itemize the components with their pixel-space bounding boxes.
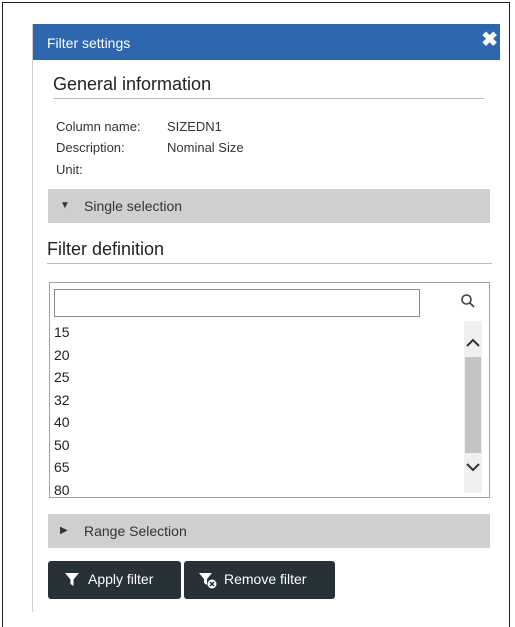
unit-label: Unit: [56,162,83,177]
range-selection-label: Range Selection [84,523,187,539]
filter-value-list: 15 20 25 32 40 50 65 80 [54,321,459,501]
description-label: Description: [56,140,125,155]
remove-filter-button[interactable]: Remove filter [184,561,335,599]
filter-definition-heading: Filter definition [47,239,492,264]
list-item[interactable]: 50 [54,434,459,457]
list-item[interactable]: 80 [54,479,459,502]
list-item[interactable]: 20 [54,344,459,367]
scrollbar-thumb[interactable] [465,357,481,453]
search-icon[interactable] [460,293,476,309]
remove-filter-icon [199,573,217,589]
filter-settings-panel: Filter settings ✖ General information Co… [32,24,500,612]
list-scrollbar[interactable] [464,321,482,493]
description-value: Nominal Size [167,140,244,155]
list-item[interactable]: 25 [54,366,459,389]
remove-filter-label: Remove filter [224,571,307,587]
description-row: Description: Nominal Size [56,140,244,155]
list-item[interactable]: 32 [54,389,459,412]
list-item[interactable]: 65 [54,456,459,479]
chevron-up-icon[interactable] [465,335,481,351]
single-selection-accordion[interactable]: ▼ Single selection [48,189,490,223]
column-name-row: Column name: SIZEDN1 [56,119,222,134]
range-selection-accordion[interactable]: ▶ Range Selection [48,514,490,548]
panel-title: Filter settings [47,35,131,51]
list-item[interactable]: 40 [54,411,459,434]
close-icon[interactable]: ✖ [481,30,498,50]
filter-search-input[interactable] [54,289,420,317]
caret-right-icon: ▶ [60,525,68,536]
apply-filter-label: Apply filter [88,571,154,587]
panel-titlebar: Filter settings ✖ [33,24,500,60]
window-frame: Filter settings ✖ General information Co… [2,2,510,627]
apply-filter-button[interactable]: Apply filter [48,561,181,599]
chevron-down-icon[interactable] [465,459,481,475]
column-name-label: Column name: [56,119,141,134]
filter-list-box: 15 20 25 32 40 50 65 80 [49,282,490,498]
unit-row: Unit: [56,162,167,177]
general-information-heading: General information [53,74,484,99]
list-item[interactable]: 15 [54,321,459,344]
caret-down-icon: ▼ [60,200,70,211]
filter-icon [65,573,79,586]
column-name-value: SIZEDN1 [167,119,222,134]
single-selection-label: Single selection [84,198,183,214]
